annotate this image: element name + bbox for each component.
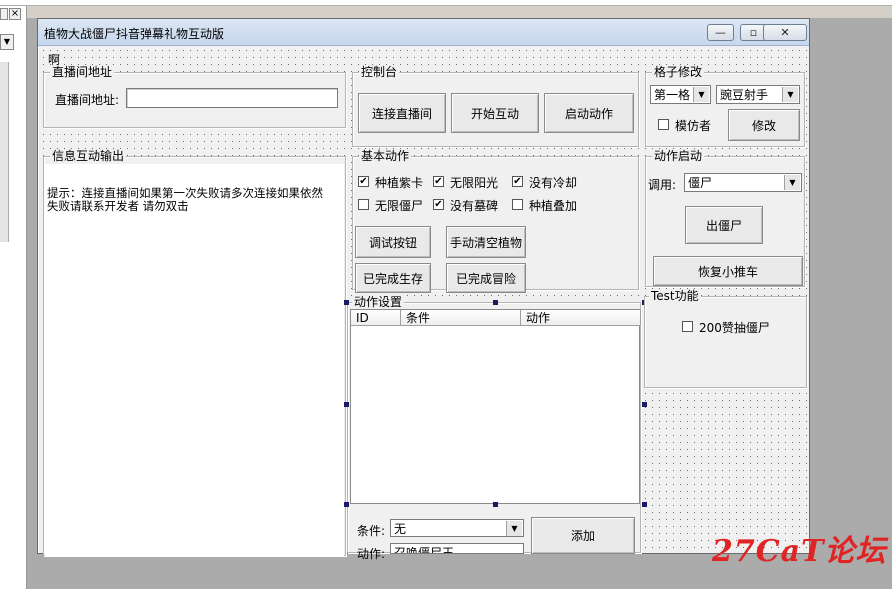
minimize-button[interactable]: —	[707, 24, 734, 41]
action-settings-group-title: 动作设置	[352, 295, 405, 309]
basic-actions-group-title: 基本动作	[359, 149, 412, 163]
form-window: 植物大战僵尸抖音弹幕礼物互动版 — ▫ ✕ 啊 直播间地址 直播间地址: 控制台…	[37, 18, 810, 561]
chevron-down-icon: ▼	[784, 175, 800, 190]
info-output-textarea[interactable]: 提示：连接直播间如果第一次失败请多次连接如果依然 失败请联系开发者 请勿双击	[45, 164, 344, 556]
resize-handle[interactable]	[493, 502, 498, 507]
column-header-id[interactable]: ID	[351, 310, 401, 326]
condition-label: 条件:	[357, 524, 386, 538]
action-start-group-title: 动作启动	[652, 149, 705, 163]
imitator-label: 模仿者	[675, 119, 712, 133]
designer-strip	[27, 6, 892, 18]
resize-handle[interactable]	[344, 300, 349, 305]
modify-button[interactable]: 修改	[728, 109, 800, 141]
spawn-zombie-button[interactable]: 出僵尸	[685, 206, 763, 244]
add-button[interactable]: 添加	[531, 517, 635, 554]
action-list[interactable]: ID 条件 动作	[350, 309, 641, 504]
action-select[interactable]: 召唤僵尸王	[390, 543, 524, 554]
action-start-group: 动作启动 调用: 僵尸 ▼ 出僵尸 恢复小推车	[645, 149, 805, 287]
ide-scrollbar[interactable]	[0, 62, 9, 242]
resize-handle[interactable]	[344, 502, 349, 507]
chevron-down-icon: ▼	[782, 87, 798, 102]
info-output-group-title: 信息互动输出	[50, 149, 127, 163]
condition-select[interactable]: 无 ▼	[390, 519, 524, 537]
info-line-2: 失败请联系开发者 请勿双击	[47, 199, 189, 213]
ide-dropdown-icon[interactable]: ▼	[0, 34, 14, 50]
test-option-checkbox[interactable]	[682, 321, 693, 332]
window-title: 植物大战僵尸抖音弹幕礼物互动版	[44, 27, 225, 41]
resize-handle[interactable]	[642, 402, 647, 407]
option-label: 种植叠加	[529, 199, 578, 213]
ide-top-bar	[0, 0, 892, 6]
clear-plants-button[interactable]: 手动清空植物	[446, 226, 526, 258]
column-header-action[interactable]: 动作	[521, 310, 641, 326]
chevron-down-icon: ▼	[506, 521, 522, 536]
resize-handle[interactable]	[493, 300, 498, 305]
info-output-group: 信息互动输出 提示：连接直播间如果第一次失败请多次连接如果依然 失败请联系开发者…	[43, 149, 346, 556]
resize-handle[interactable]	[642, 502, 647, 507]
test-option-label: 200赞抽僵尸	[699, 321, 770, 335]
live-address-group: 直播间地址 直播间地址:	[43, 65, 346, 128]
infinite-zombie-checkbox[interactable]	[358, 199, 369, 210]
title-bar[interactable]: 植物大战僵尸抖音弹幕礼物互动版 — ▫ ✕	[38, 19, 809, 46]
ide-pin-button[interactable]	[0, 8, 8, 20]
done-adventure-button[interactable]: 已完成冒险	[446, 263, 526, 293]
option-label: 没有墓碑	[450, 199, 499, 213]
ide-left-panel: × ▼	[0, 6, 27, 589]
call-label: 调用:	[648, 178, 677, 192]
chevron-down-icon: ▼	[693, 87, 709, 102]
call-select[interactable]: 僵尸 ▼	[684, 173, 802, 192]
restore-mower-button[interactable]: 恢复小推车	[653, 256, 803, 286]
live-address-label: 直播间地址:	[55, 93, 120, 107]
grid-slot-select[interactable]: 第一格 ▼	[650, 85, 711, 104]
grid-modify-group: 格子修改 第一格 ▼ 豌豆射手 ▼ 模仿者 修改	[645, 65, 805, 147]
live-address-group-title: 直播间地址	[50, 65, 115, 79]
no-tombstone-checkbox[interactable]: ✔	[433, 199, 444, 210]
live-address-input[interactable]	[126, 88, 338, 108]
minimize-icon: —	[715, 26, 726, 39]
action-settings-group: 动作设置 ID 条件 动作 条件: 无 ▼ 动作: 召唤僵尸王 添加	[347, 295, 641, 561]
purple-card-checkbox[interactable]: ✔	[358, 176, 369, 187]
test-group-title: Test功能	[649, 289, 701, 303]
imitator-checkbox[interactable]	[658, 119, 669, 130]
option-label: 无限阳光	[450, 176, 499, 190]
option-label: 无限僵尸	[375, 199, 424, 213]
console-group-title: 控制台	[359, 65, 400, 79]
plant-stack-checkbox[interactable]	[512, 199, 523, 210]
basic-actions-group: 基本动作 ✔ 种植紫卡 ✔ 无限阳光 ✔ 没有冷却 无限僵尸 ✔ 没有墓碑 种植…	[352, 149, 639, 293]
option-label: 没有冷却	[529, 176, 578, 190]
form-client-area: 啊 直播间地址 直播间地址: 控制台 连接直播间 开始互动 启动动作 格子修改 …	[40, 47, 807, 561]
debug-button[interactable]: 调试按钮	[355, 226, 431, 258]
console-group: 控制台 连接直播间 开始互动 启动动作	[352, 65, 639, 147]
start-action-button[interactable]: 启动动作	[544, 93, 634, 133]
close-icon: ✕	[780, 26, 790, 39]
column-header-condition[interactable]: 条件	[401, 310, 521, 326]
close-button[interactable]: ✕	[763, 24, 807, 41]
watermark-logo: 27CaT论坛	[712, 534, 887, 569]
connect-live-button[interactable]: 连接直播间	[358, 93, 446, 133]
infinite-sun-checkbox[interactable]: ✔	[433, 176, 444, 187]
ide-close-button[interactable]: ×	[9, 8, 21, 20]
no-cooldown-checkbox[interactable]: ✔	[512, 176, 523, 187]
start-interaction-button[interactable]: 开始互动	[451, 93, 539, 133]
grid-modify-group-title: 格子修改	[652, 65, 705, 79]
action-label: 动作:	[357, 547, 386, 561]
grid-plant-select[interactable]: 豌豆射手 ▼	[716, 85, 800, 104]
resize-handle[interactable]	[344, 402, 349, 407]
test-group: Test功能 200赞抽僵尸	[644, 289, 807, 388]
done-survival-button[interactable]: 已完成生存	[355, 263, 431, 293]
option-label: 种植紫卡	[375, 176, 424, 190]
